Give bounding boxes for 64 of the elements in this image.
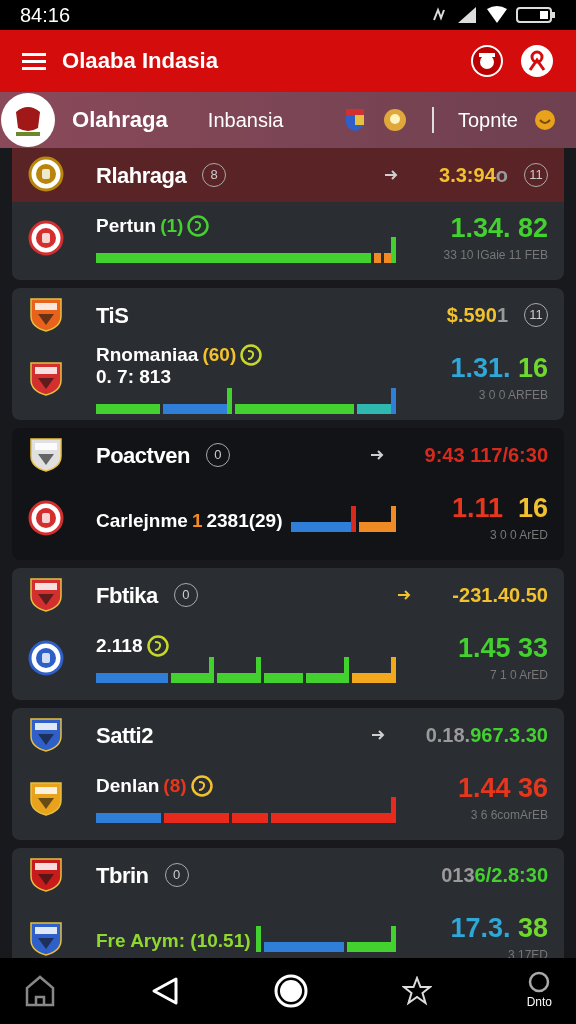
score-tag: 1 [191,510,203,532]
more-button[interactable]: Dnto [526,971,552,1011]
team-name: Rlahraga [96,161,187,190]
match-date: 3 6 6comArEB [470,806,548,824]
crest-icon [381,107,408,133]
crest-icon [343,107,366,133]
emblem-icon [0,92,56,148]
country-label: Inbansia [207,108,284,133]
signal-icon [456,6,478,24]
wifi-icon [486,6,508,24]
circle-icon [528,971,551,993]
match-score: 1.11 16 [451,494,548,522]
match-score: 1.31. 16 [450,354,548,382]
match-card[interactable]: Satti2 0.18.967.3.30 Denlan (8) 1.44 36 3 6 6comArEB [12,708,564,840]
match-value: 3.3:94o [439,163,508,188]
match-card[interactable]: Rlahraga 8 3.3:94o 11 Pertun (1) 1.34. 82 33 10 IGaie 11 FEB [12,148,564,280]
emblem-icon[interactable] [470,44,504,78]
profile-icon[interactable] [520,44,554,78]
team-name: Tbrin [96,861,149,890]
team-name: Poactven [96,441,190,470]
match-value: 0.18.967.3.30 [425,723,548,748]
match-value: -231.40.50 [452,583,548,608]
match-date: 33 10 IGaie 11 FEB [443,246,548,264]
match-card[interactable]: Tbrin 0 0136/2.8:30 Fre Arym: (10.51) 17.3. 38 3 17ED [12,848,564,958]
team-name: Fre Arym: (10.51) [96,930,251,952]
team-name: Carlejnme [96,510,188,532]
star-icon[interactable] [402,976,433,1006]
status-time: 84:16 [20,3,71,28]
team-name: Fbtika [96,581,158,610]
score-tag: (60) [202,344,237,366]
match-score: 1.34. 82 [450,214,548,242]
match-score: 1.44 36 [457,774,548,802]
team-name: Pertun [96,215,157,237]
team-name: Rnomaniaa [96,344,199,366]
more-label: Dnto [526,994,552,1011]
match-score: 17.3. 38 [450,914,548,942]
app-title: Olaaba Indasia [62,47,220,76]
team-name: TiS [96,301,129,330]
score-tag: (1) [160,215,184,237]
match-value: 9:43 117/6:30 [424,443,548,468]
team-name: 2.118 [96,635,143,657]
match-card[interactable]: Poactven 0 9:43 117/6:30 Carlejnme 1 2381(29) 1.11 16 3 0 0 ArED [12,428,564,560]
match-date: 3 0 0 ArED [489,526,548,544]
home-icon[interactable] [24,975,56,1007]
team-name: Denlan [96,775,160,797]
match-date: 3 0 0 ARFEB [478,386,548,404]
home-button-icon[interactable] [274,974,309,1008]
section-title: Olahraga [72,106,168,135]
match-card[interactable]: Fbtika 0 -231.40.50 2.118 1.45 33 7 1 0 ArED [12,568,564,700]
score-tag: 2381(29) [206,510,283,532]
score-line: 0. 7: 813 [96,366,172,388]
match-value: 0136/2.8:30 [441,863,548,888]
menu-icon[interactable] [22,51,46,71]
battery-icon [516,6,556,24]
top-link[interactable]: Topnte [457,105,518,135]
score-tag: (8) [163,775,187,797]
match-value: $.5901 [446,303,508,328]
back-icon[interactable] [150,976,181,1006]
coin-icon [534,109,556,131]
match-card[interactable]: TiS $.5901 11 Rnomaniaa (60) 0. 7: 813 1.31. 16 3 0 0 ARFEB [12,288,564,420]
match-date: 7 1 0 ArED [489,666,548,684]
team-name: Satti2 [96,721,153,750]
match-score: 1.45 33 [457,634,548,662]
match-date: 3 17ED [507,946,548,958]
